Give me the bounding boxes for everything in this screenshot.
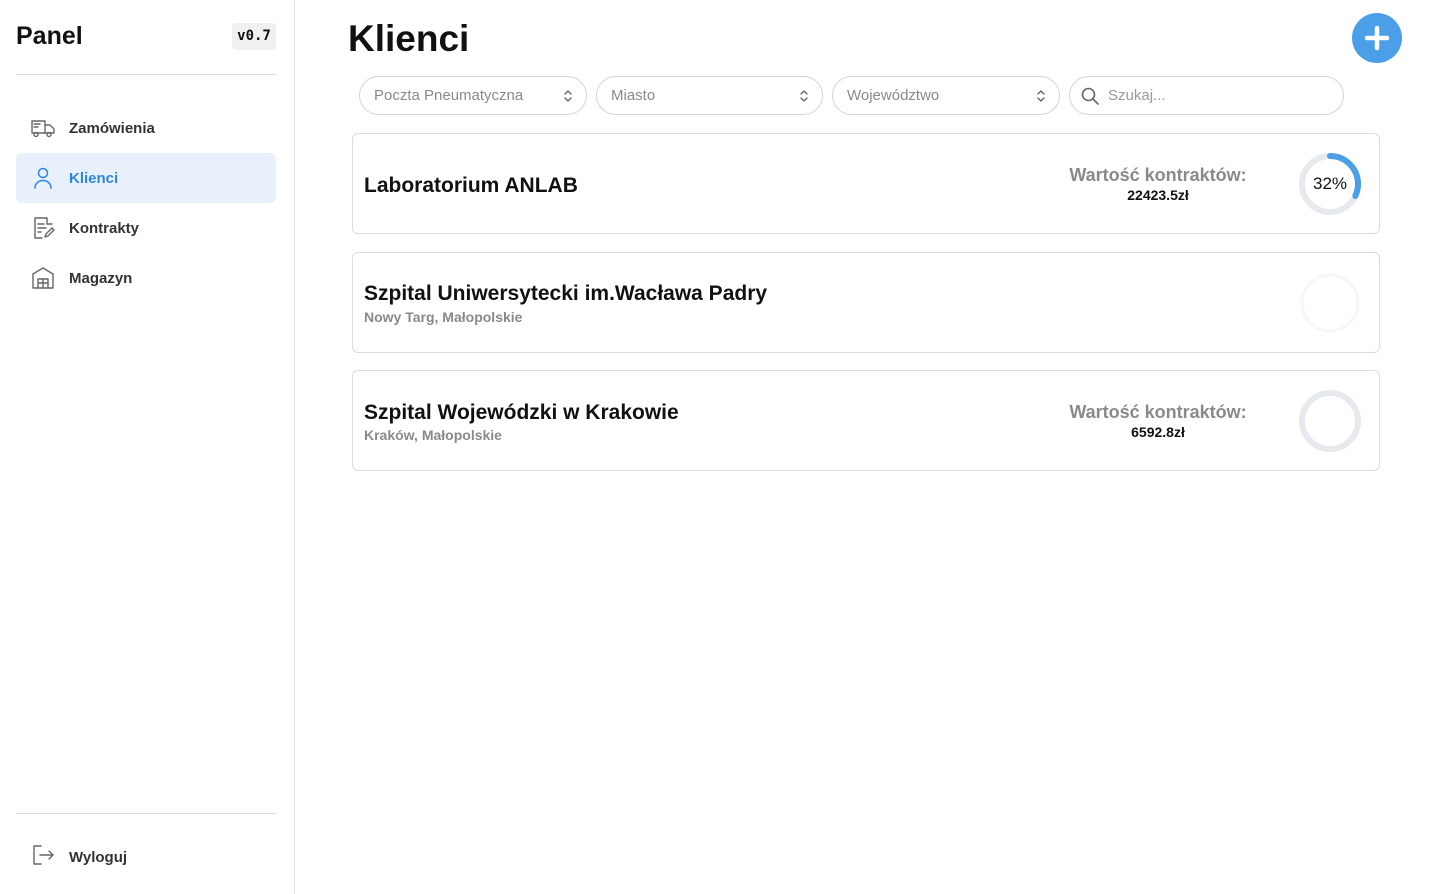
add-client-button[interactable] <box>1352 13 1402 63</box>
filter-placeholder: Poczta Pneumatyczna <box>374 87 524 104</box>
progress-ring <box>1300 273 1360 333</box>
contract-value: 22423.5zł <box>1127 187 1189 203</box>
truck-icon <box>30 115 56 141</box>
search-input[interactable] <box>1108 87 1328 104</box>
filter-placeholder: Województwo <box>847 87 940 104</box>
sidebar-item-label: Magazyn <box>69 269 133 287</box>
logout-label: Wyloguj <box>69 848 128 866</box>
sidebar-divider-bottom <box>16 813 276 814</box>
app-title: Panel <box>16 22 83 50</box>
progress-ring <box>1299 390 1361 452</box>
sidebar-divider-top <box>16 74 276 75</box>
sidebar-item-kontrakty[interactable]: Kontrakty <box>16 203 276 253</box>
client-card[interactable]: Szpital Uniwersytecki im.Wacława Padry N… <box>352 252 1380 353</box>
client-location: Kraków, Małopolskie <box>364 427 502 443</box>
filter-miasto[interactable]: Miasto <box>596 76 823 115</box>
contract-value-label: Wartość kontraktów: <box>1069 402 1247 422</box>
client-name: Szpital Wojewódzki w Krakowie <box>364 401 679 424</box>
sidebar-item-label: Zamówienia <box>69 119 155 137</box>
sidebar: Panel v0.7 Zamówienia Klienci Kontrakty … <box>0 0 295 894</box>
sidebar-item-klienci[interactable]: Klienci <box>16 153 276 203</box>
chevron-up-down-icon <box>800 90 808 102</box>
search-box[interactable] <box>1069 76 1344 115</box>
filter-placeholder: Miasto <box>611 87 656 104</box>
progress-percent: 32% <box>1312 174 1348 193</box>
version-badge: v0.7 <box>232 23 276 50</box>
sidebar-nav: Zamówienia Klienci Kontrakty Magazyn <box>16 103 276 303</box>
client-card[interactable]: Laboratorium ANLAB Wartość kontraktów: 2… <box>352 133 1380 234</box>
client-name: Szpital Uniwersytecki im.Wacława Padry <box>364 282 768 305</box>
logout-icon <box>30 842 56 873</box>
user-icon <box>30 165 56 191</box>
search-icon <box>1080 86 1100 106</box>
sidebar-item-label: Klienci <box>69 169 119 187</box>
plus-icon <box>1364 25 1390 51</box>
client-name: Laboratorium ANLAB <box>364 174 578 197</box>
contract-value: 6592.8zł <box>1131 424 1185 440</box>
contract-value-label: Wartość kontraktów: <box>1069 165 1247 185</box>
client-location: Nowy Targ, Małopolskie <box>364 309 523 325</box>
sidebar-item-label: Kontrakty <box>69 219 140 237</box>
logout-button[interactable]: Wyloguj <box>16 832 276 882</box>
sidebar-item-zamowienia[interactable]: Zamówienia <box>16 103 276 153</box>
filter-wojewodztwo[interactable]: Województwo <box>832 76 1060 115</box>
contract-icon <box>30 215 56 241</box>
warehouse-icon <box>30 265 56 291</box>
chevron-up-down-icon <box>1037 90 1045 102</box>
progress-ring-track <box>1299 390 1361 452</box>
client-card[interactable]: Szpital Wojewódzki w Krakowie Kraków, Ma… <box>352 370 1380 471</box>
sidebar-item-magazyn[interactable]: Magazyn <box>16 253 276 303</box>
progress-ring-track <box>1300 273 1360 333</box>
filter-poczta-pneumatyczna[interactable]: Poczta Pneumatyczna <box>359 76 587 115</box>
page-title: Klienci <box>348 18 470 59</box>
chevron-up-down-icon <box>564 90 572 102</box>
